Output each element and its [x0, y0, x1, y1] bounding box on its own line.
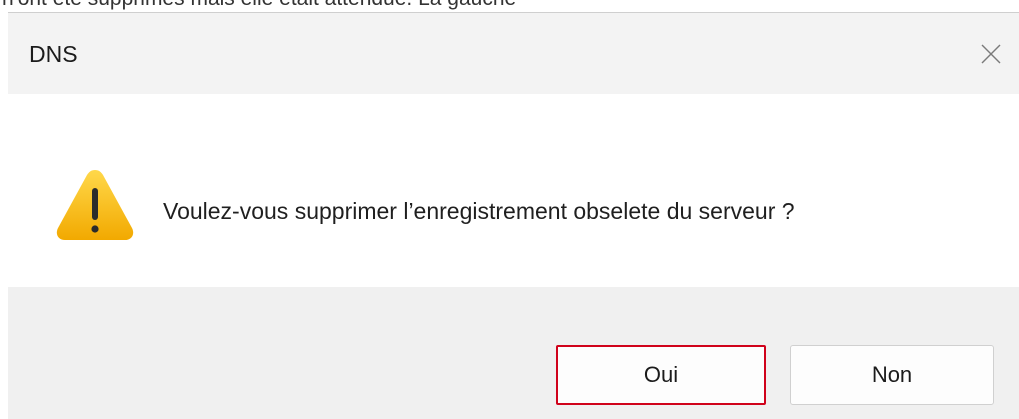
- background-text-fragment: n'ont été supprimés mais elle était atte…: [0, 0, 1019, 12]
- dialog-title: DNS: [29, 41, 78, 67]
- dns-dialog: DNS Voulez-vous supprimer l’enregistreme…: [8, 12, 1019, 419]
- close-button[interactable]: [963, 13, 1019, 94]
- dialog-titlebar: DNS: [8, 13, 1019, 94]
- no-button[interactable]: Non: [790, 345, 994, 405]
- yes-button[interactable]: Oui: [556, 345, 766, 405]
- warning-icon: [56, 170, 134, 240]
- background-text: n'ont été supprimés mais elle était atte…: [2, 0, 516, 11]
- dialog-message: Voulez-vous supprimer l’enregistrement o…: [163, 198, 795, 224]
- dialog-footer: Oui Non: [8, 287, 1019, 419]
- close-icon: [981, 44, 1001, 63]
- dialog-content: Voulez-vous supprimer l’enregistrement o…: [8, 94, 1019, 287]
